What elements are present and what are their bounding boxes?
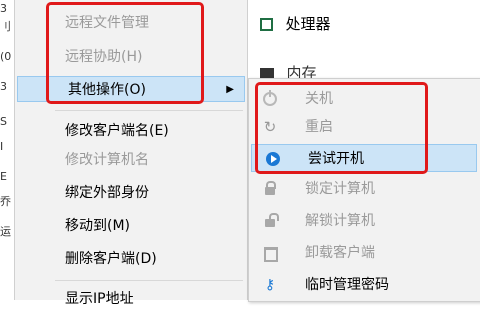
trash-icon — [264, 247, 278, 262]
menu-item-remote-assist[interactable]: 远程协助(H) — [15, 44, 247, 70]
submenu-item-shutdown[interactable]: 关机 — [249, 85, 480, 113]
bg-text: (0 — [0, 50, 12, 63]
play-icon — [266, 152, 280, 166]
submenu-item-temp-admin-password[interactable]: ⚷ 临时管理密码 — [249, 271, 480, 299]
menu-item-label: 修改客户端名(E) — [65, 123, 169, 139]
menu-item-show-ip[interactable]: 显示IP地址 — [15, 286, 247, 312]
bg-text: 乔 — [0, 195, 11, 208]
bg-text: 运 — [0, 225, 11, 238]
menu-item-other-actions[interactable]: 其他操作(O) ▶ — [17, 76, 245, 102]
bg-text: 刂 — [0, 20, 11, 33]
menu-item-rename-client[interactable]: 修改客户端名(E) — [15, 118, 247, 144]
bg-text: E — [0, 170, 7, 183]
menu-item-delete-client[interactable]: 删除客户端(D) — [15, 246, 247, 272]
menu-item-label: 移动到(M) — [65, 218, 131, 234]
menu-item-rename-computer[interactable]: 修改计算机名 — [15, 147, 247, 173]
bg-text: 3 — [0, 80, 7, 93]
submenu-item-unlock-computer[interactable]: 解锁计算机 — [249, 207, 480, 235]
menu-item-bind-external-identity[interactable]: 绑定外部身份 — [15, 180, 247, 206]
submenu-item-label: 解锁计算机 — [305, 213, 375, 229]
bg-text: 3 — [0, 2, 7, 15]
key-icon: ⚷ — [264, 277, 276, 293]
submenu-arrow-icon: ▶ — [226, 84, 234, 95]
bg-text: I — [0, 140, 4, 153]
submenu-item-try-power-on[interactable]: 尝试开机 — [251, 144, 477, 172]
restart-icon: ↻ — [263, 118, 277, 136]
background-list-strip: 3 刂 (0 3 S I E 乔 运 — [0, 0, 14, 300]
submenu-item-label: 重启 — [305, 119, 333, 135]
lock-icon — [265, 181, 276, 195]
bg-text: S — [0, 115, 7, 128]
submenu-item-label: 关机 — [305, 91, 333, 107]
submenu-other-actions: 关机 ↻ 重启 尝试开机 锁定计算机 解锁计算机 卸载客户端 ⚷ 临时管理密码 — [248, 78, 480, 302]
menu-item-remote-file-manager[interactable]: 远程文件管理 — [15, 10, 247, 36]
menu-item-label: 绑定外部身份 — [65, 185, 149, 201]
menu-item-label: 其他操作(O) — [68, 82, 146, 98]
submenu-item-label: 尝试开机 — [308, 151, 364, 167]
context-menu: 远程文件管理 远程协助(H) 其他操作(O) ▶ 修改客户端名(E) 修改计算机… — [14, 0, 248, 307]
processor-label: 处理器 — [285, 15, 331, 33]
menu-item-label: 显示IP地址 — [65, 291, 134, 307]
submenu-item-restart[interactable]: ↻ 重启 — [249, 113, 480, 141]
submenu-item-lock-computer[interactable]: 锁定计算机 — [249, 175, 480, 203]
menu-item-label: 远程协助(H) — [65, 49, 143, 65]
menu-item-label: 修改计算机名 — [65, 152, 149, 168]
menu-item-label: 远程文件管理 — [65, 15, 149, 31]
processor-icon — [260, 17, 273, 31]
menu-item-move-to[interactable]: 移动到(M) — [15, 213, 247, 239]
submenu-item-label: 卸载客户端 — [305, 245, 375, 261]
submenu-item-label: 临时管理密码 — [305, 277, 389, 293]
memory-icon — [260, 68, 274, 78]
menu-separator — [55, 280, 243, 281]
processor-item[interactable]: 处理器 — [260, 10, 330, 38]
menu-separator — [55, 110, 243, 111]
submenu-item-uninstall-client[interactable]: 卸载客户端 — [249, 239, 480, 267]
unlock-icon — [265, 213, 279, 227]
power-icon — [263, 90, 277, 106]
submenu-item-label: 锁定计算机 — [305, 181, 375, 197]
menu-item-label: 删除客户端(D) — [65, 251, 157, 267]
